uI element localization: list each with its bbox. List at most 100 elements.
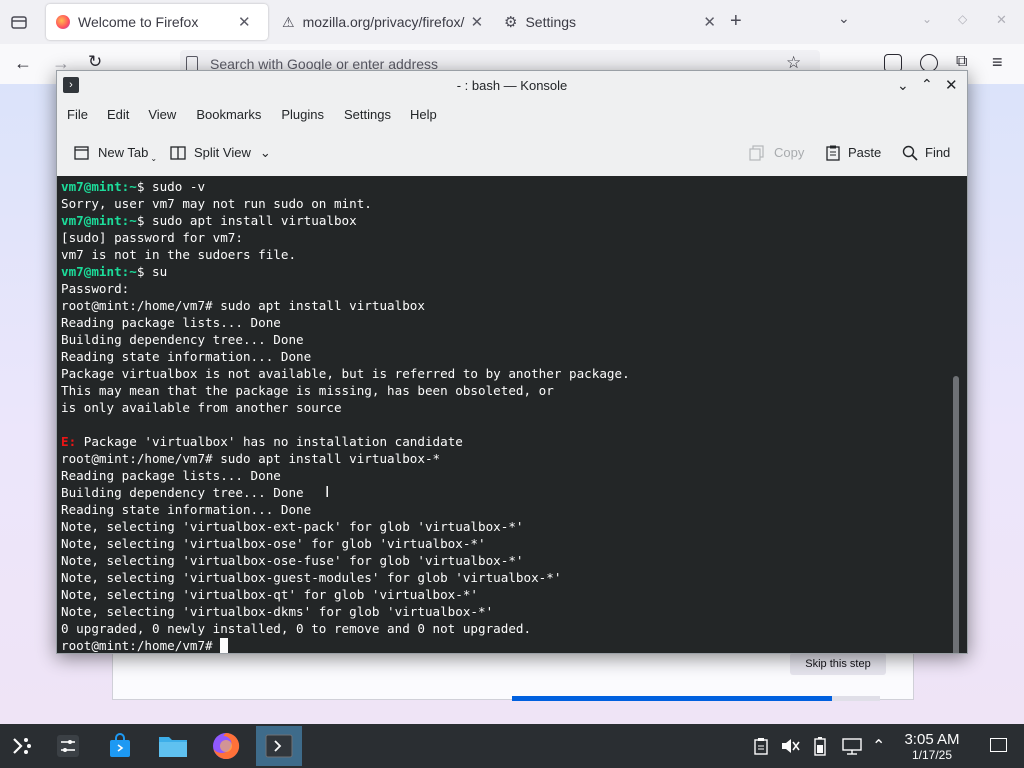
chevron-down-icon[interactable]: ⌄ — [838, 10, 850, 27]
paste-label: Paste — [848, 145, 882, 160]
maximize-icon[interactable]: ◇ — [958, 12, 967, 26]
terminal-line: vm7@mint:~$ su — [61, 263, 630, 280]
tab-title: Settings — [525, 14, 577, 30]
terminal-line: vm7 is not in the sudoers file. — [61, 246, 630, 263]
show-desktop-icon[interactable] — [990, 738, 1007, 752]
copy-icon — [749, 144, 764, 161]
output-text: Note, selecting 'virtualbox-ose' for glo… — [61, 536, 486, 551]
volume-muted-icon[interactable] — [780, 737, 800, 760]
menu-help[interactable]: Help — [403, 101, 444, 129]
split-view-button[interactable]: Split View ⌄ — [169, 129, 271, 176]
reload-icon[interactable]: ↻ — [88, 52, 102, 72]
output-text: Building dependency tree... Done — [61, 485, 304, 500]
find-button[interactable]: Find — [901, 129, 950, 176]
application-launcher-icon[interactable] — [2, 726, 42, 766]
close-tab-icon[interactable]: ✕ — [238, 13, 251, 31]
list-all-tabs-icon[interactable] — [9, 12, 29, 32]
file-manager-icon[interactable] — [153, 726, 193, 766]
terminal-cursor — [220, 638, 229, 653]
output-text: Note, selecting 'virtualbox-guest-module… — [61, 570, 562, 585]
terminal-line: is only available from another source — [61, 399, 630, 416]
close-window-icon[interactable]: ✕ — [996, 12, 1007, 28]
copy-button[interactable]: Copy — [748, 129, 804, 176]
new-tab-icon — [74, 145, 89, 160]
konsole-icon[interactable] — [256, 726, 302, 766]
menu-plugins[interactable]: Plugins — [274, 101, 331, 129]
output-text: Building dependency tree... Done — [61, 332, 304, 347]
menu-settings[interactable]: Settings — [337, 101, 398, 129]
copy-label: Copy — [774, 145, 805, 160]
terminal-line: E: Package 'virtualbox' has no installat… — [61, 433, 630, 450]
prompt-path: :~ — [121, 213, 137, 228]
terminal-area[interactable]: vm7@mint:~$ sudo -v Sorry, user vm7 may n… — [57, 176, 967, 653]
tab-welcome-to-firefox[interactable]: Welcome to Firefox ✕ — [46, 4, 268, 40]
find-label: Find — [925, 145, 951, 160]
menu-bookmarks[interactable]: Bookmarks — [189, 101, 268, 129]
tab-settings[interactable]: ⚙ Settings ✕ — [498, 4, 716, 40]
terminal-line: Reading state information... Done — [61, 501, 630, 518]
terminal-line: Building dependency tree... Done — [61, 484, 630, 501]
terminal-scrollbar[interactable] — [953, 376, 959, 653]
settings-sliders-icon[interactable] — [48, 726, 88, 766]
output-text: Note, selecting 'virtualbox-ext-pack' fo… — [61, 519, 524, 534]
output-text: [sudo] password for vm7: — [61, 230, 243, 245]
terminal-line: Note, selecting 'virtualbox-dkms' for gl… — [61, 603, 630, 620]
menu-file[interactable]: File — [60, 101, 95, 129]
network-icon[interactable] — [842, 737, 862, 760]
konsole-titlebar[interactable]: › - : bash — Konsole ⌄ ⌃ ✕ — [57, 71, 967, 102]
new-tab-button[interactable]: + — [730, 10, 742, 33]
tab-mozilla-privacy[interactable]: ⚠ mozilla.org/privacy/firefox/ ✕ — [276, 4, 486, 40]
terminal-line: Reading package lists... Done — [61, 467, 630, 484]
new-tab-label: New Tab — [98, 145, 149, 160]
paste-button[interactable]: Paste — [824, 129, 881, 176]
terminal-line: root@mint:/home/vm7# sudo apt install vi… — [61, 450, 630, 467]
close-tab-icon[interactable]: ✕ — [703, 13, 716, 31]
back-arrow-icon[interactable]: ← — [14, 53, 32, 74]
terminal-line: Reading package lists... Done — [61, 314, 630, 331]
output-text: Package virtualbox is not available, but… — [61, 366, 630, 381]
command-text: $ su — [136, 264, 168, 279]
output-text: vm7 is not in the sudoers file. — [61, 247, 297, 262]
search-icon — [902, 145, 918, 161]
firefox-icon[interactable] — [206, 726, 246, 766]
onboarding-progress-bar — [512, 696, 832, 701]
terminal-line: Note, selecting 'virtualbox-qt' for glob… — [61, 586, 630, 603]
menu-view[interactable]: View — [141, 101, 183, 129]
prompt-path: :~ — [121, 264, 137, 279]
menu-edit[interactable]: Edit — [100, 101, 136, 129]
terminal-line: root@mint:/home/vm7# sudo apt install vi… — [61, 297, 630, 314]
prompt-user-host: vm7@mint — [61, 213, 122, 228]
clipboard-icon[interactable] — [752, 737, 770, 760]
command-text: $ sudo -v — [136, 179, 206, 194]
terminal-line: Note, selecting 'virtualbox-guest-module… — [61, 569, 630, 586]
new-tab-button[interactable]: New Tab ⌄ — [73, 129, 157, 176]
prompt-user-host: vm7@mint — [61, 264, 122, 279]
output-text: Note, selecting 'virtualbox-qt' for glob… — [61, 587, 479, 602]
terminal-line: vm7@mint:~$ sudo -v — [61, 178, 630, 195]
output-text: Reading package lists... Done — [61, 315, 281, 330]
close-icon[interactable]: ✕ — [945, 76, 958, 94]
output-text: Note, selecting 'virtualbox-ose-fuse' fo… — [61, 553, 524, 568]
output-text: Sorry, user vm7 may not run sudo on mint… — [61, 196, 372, 211]
split-view-icon — [170, 145, 186, 160]
store-bag-icon[interactable] — [100, 726, 140, 766]
maximize-icon[interactable]: ⌃ — [921, 76, 933, 93]
battery-icon[interactable] — [814, 736, 826, 761]
skip-this-step-button[interactable]: Skip this step — [790, 653, 886, 675]
chevron-down-icon[interactable]: ⌄ — [260, 145, 271, 161]
tray-expand-icon[interactable]: ⌃ — [872, 736, 885, 756]
clock-time[interactable]: 3:05 AM — [895, 731, 969, 748]
close-tab-icon[interactable]: ✕ — [471, 13, 484, 31]
minimize-icon[interactable]: ⌄ — [922, 12, 932, 26]
terminal-line: Package virtualbox is not available, but… — [61, 365, 630, 382]
error-prefix: E: — [61, 434, 77, 449]
hamburger-menu-icon[interactable]: ≡ — [992, 52, 1003, 73]
paste-icon — [826, 145, 840, 161]
minimize-icon[interactable]: ⌄ — [897, 77, 909, 94]
extensions-puzzle-icon[interactable]: ⧉ — [956, 53, 967, 71]
terminal-line: 0 upgraded, 0 newly installed, 0 to remo… — [61, 620, 630, 637]
gear-icon: ⚙ — [504, 14, 518, 31]
plasma-taskbar: ⌃ 3:05 AM 1/17/25 — [0, 724, 1024, 768]
clock-date[interactable]: 1/17/25 — [895, 748, 969, 762]
